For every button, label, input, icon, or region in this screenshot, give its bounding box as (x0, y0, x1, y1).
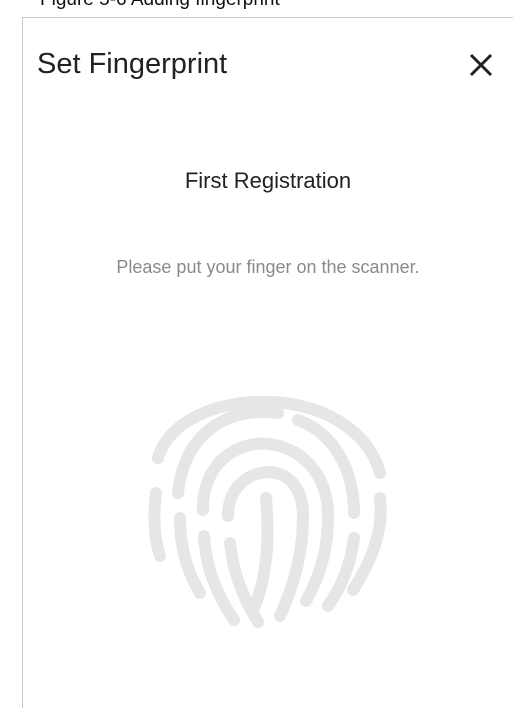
set-fingerprint-dialog: Set Fingerprint First Registration Pleas… (22, 17, 513, 708)
scan-instruction: Please put your finger on the scanner. (116, 257, 420, 277)
close-button[interactable] (468, 52, 494, 78)
registration-step-title: First Registration (184, 168, 352, 193)
fingerprint-icon (148, 395, 387, 628)
fingerprint-ridge (148, 487, 166, 562)
fingerprint-ridge (174, 512, 206, 599)
close-icon (469, 53, 493, 77)
dialog-title: Set Fingerprint (37, 48, 228, 80)
fingerprint-ridge (248, 492, 274, 614)
figure-caption: Figure 5-6 Adding fingerprint (40, 0, 280, 9)
fingerprint-ridge (322, 532, 360, 612)
